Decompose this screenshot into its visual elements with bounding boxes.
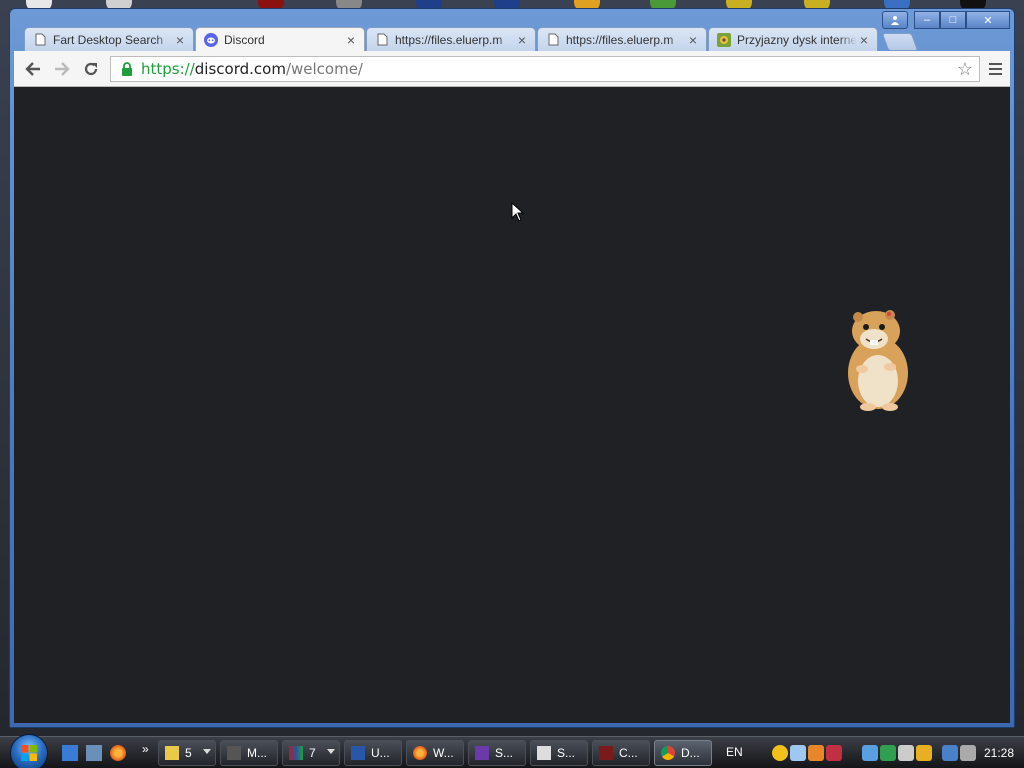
tab-discord[interactable]: Discord × (195, 27, 365, 51)
tray-app-icon[interactable] (916, 745, 932, 761)
show-desktop-icon[interactable] (62, 745, 78, 761)
tray-app-icon[interactable] (808, 745, 824, 761)
task-label: U... (371, 746, 390, 760)
task-label: C... (619, 746, 638, 760)
task-label: M... (247, 746, 267, 760)
tab-close-icon[interactable]: × (686, 33, 700, 47)
tab-title: https://files.eluerp.m (566, 32, 674, 47)
tray-app-icon[interactable] (880, 745, 896, 761)
page-icon (33, 33, 47, 47)
smiley-icon[interactable] (772, 745, 788, 761)
folder-icon (165, 746, 179, 760)
url-path: /welcome/ (285, 60, 363, 78)
tab-title: https://files.eluerp.m (395, 32, 503, 47)
task-label: S... (495, 746, 514, 760)
chevron-down-icon (203, 749, 211, 754)
url-text: https://discord.com/welcome/ (141, 60, 363, 78)
site-favicon-icon (717, 32, 731, 47)
url-host: discord.com (194, 60, 286, 78)
chrome-icon (661, 746, 675, 760)
task-c[interactable]: C... (592, 740, 650, 766)
task-firefox[interactable]: W... (406, 740, 464, 766)
new-tab-button[interactable] (881, 33, 919, 51)
tab-fart-desktop-search[interactable]: Fart Desktop Search × (24, 27, 194, 51)
task-folder-group[interactable]: 5 (158, 740, 216, 766)
tray-app-icon[interactable] (790, 745, 806, 761)
tab-close-icon[interactable]: × (173, 33, 187, 47)
tab-files-eluerp-1[interactable]: https://files.eluerp.m × (366, 27, 536, 51)
lock-icon (117, 59, 137, 79)
page-viewport[interactable] (14, 87, 1010, 723)
maximize-icon: □ (949, 14, 957, 26)
task-chrome-discord[interactable]: D... (654, 740, 712, 766)
url-scheme: https:// (141, 60, 195, 78)
browser-toolbar: https://discord.com/welcome/ ☆ (14, 51, 1010, 87)
tab-files-eluerp-2[interactable]: https://files.eluerp.m × (537, 27, 707, 51)
volume-icon[interactable] (960, 745, 976, 761)
reload-button[interactable] (80, 58, 102, 80)
task-label: D... (681, 746, 700, 760)
shield-icon[interactable] (826, 745, 842, 761)
close-icon: ✕ (983, 14, 993, 27)
browser-window: – □ ✕ Fart Desktop Search × Discord × ht… (9, 8, 1015, 728)
tab-close-icon[interactable]: × (857, 33, 871, 47)
app-icon (475, 746, 489, 760)
person-icon (891, 16, 899, 25)
close-window-button[interactable]: ✕ (966, 11, 1010, 29)
reload-icon (84, 62, 98, 76)
start-button[interactable] (10, 734, 48, 768)
back-button[interactable] (22, 58, 44, 80)
mouse-cursor-icon (511, 202, 525, 222)
task-label: W... (433, 746, 454, 760)
task-label: S... (557, 746, 576, 760)
taskbar: » 5 M... 7 U... W... S... S... C... D...… (0, 734, 1024, 768)
firefox-icon[interactable] (110, 745, 126, 761)
app-icon (599, 746, 613, 760)
tab-przyjazny-dysk[interactable]: Przyjazny dysk interne × (708, 27, 878, 51)
tray-app-icon[interactable] (898, 745, 914, 761)
page-icon (546, 33, 560, 47)
winrar-icon (289, 746, 303, 760)
page-icon (375, 33, 389, 47)
task-s-2[interactable]: S... (530, 740, 588, 766)
maximize-button[interactable]: □ (940, 11, 966, 29)
app-icon (351, 746, 365, 760)
minimize-icon: – (923, 14, 931, 26)
windows-logo-icon (21, 745, 37, 761)
minimize-button[interactable]: – (914, 11, 940, 29)
tab-strip: Fart Desktop Search × Discord × https://… (24, 27, 919, 51)
firefox-icon (413, 746, 427, 760)
hamster-image (848, 310, 908, 411)
tab-title: Przyjazny dysk interne (737, 32, 857, 47)
discord-icon (204, 32, 218, 47)
tray-app-icon[interactable] (862, 745, 878, 761)
task-m[interactable]: M... (220, 740, 278, 766)
switch-windows-icon[interactable] (86, 745, 102, 761)
menu-icon[interactable] (984, 58, 1006, 80)
tab-close-icon[interactable]: × (344, 33, 358, 47)
tab-title: Discord (224, 32, 265, 47)
arrow-right-icon (55, 62, 70, 76)
address-bar[interactable]: https://discord.com/welcome/ ☆ (110, 56, 980, 82)
bookmark-star-icon[interactable]: ☆ (955, 59, 975, 79)
tab-close-icon[interactable]: × (515, 33, 529, 47)
language-indicator[interactable]: EN (726, 745, 743, 759)
chevron-down-icon (327, 749, 335, 754)
app-icon (537, 746, 551, 760)
task-winrar-group[interactable]: 7 (282, 740, 340, 766)
tab-title: Fart Desktop Search (53, 32, 164, 47)
task-label: 5 (185, 746, 192, 760)
network-icon[interactable] (942, 745, 958, 761)
task-s-1[interactable]: S... (468, 740, 526, 766)
task-label: 7 (309, 746, 316, 760)
quick-launch-more-button[interactable]: » (142, 742, 149, 756)
app-icon (227, 746, 241, 760)
arrow-left-icon (25, 62, 40, 76)
forward-button[interactable] (51, 58, 73, 80)
task-u[interactable]: U... (344, 740, 402, 766)
clock[interactable]: 21:28 (984, 746, 1014, 760)
